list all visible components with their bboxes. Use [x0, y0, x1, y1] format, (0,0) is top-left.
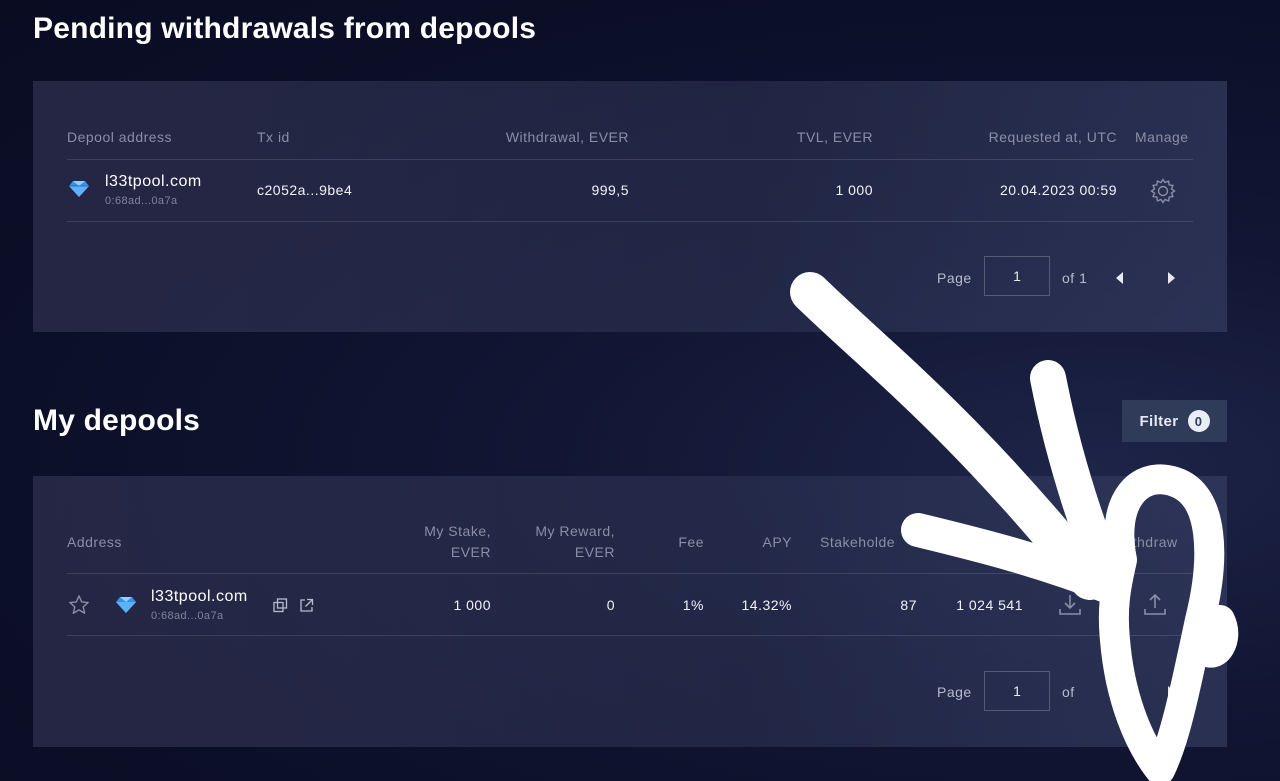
depool-name[interactable]: l33tpool.com	[151, 588, 248, 606]
arrow-right-icon[interactable]	[1168, 686, 1175, 698]
header-apy: APY	[762, 534, 792, 550]
header-tx-id: Tx id	[257, 129, 290, 145]
header-withdrawal: Withdrawal, EVER	[505, 129, 629, 145]
page-number-input[interactable]	[984, 256, 1050, 296]
star-icon[interactable]	[68, 594, 90, 616]
arrow-left-icon[interactable]	[1116, 686, 1123, 698]
tvl-value: 1 000	[835, 182, 873, 198]
header-tvl: TVL, EVER	[796, 129, 873, 145]
divider	[67, 635, 1193, 636]
header-my-stake: My Stake, EVER	[424, 521, 491, 563]
pending-withdrawals-panel: Depool address Tx id Withdrawal, EVER TV…	[33, 81, 1227, 332]
my-depools-panel: Address My Stake, EVER My Reward, EVER F…	[33, 476, 1227, 747]
header-my-stake-line2: EVER	[450, 544, 491, 560]
gear-icon[interactable]	[1149, 177, 1177, 205]
header-requested-at: Requested at, UTC	[988, 129, 1117, 145]
header-my-reward-line1: My Reward,	[535, 523, 615, 539]
divider	[67, 221, 1193, 222]
arrow-right-icon[interactable]	[1168, 272, 1175, 284]
withdrawal-amount: 999,5	[591, 182, 629, 198]
header-my-reward-line2: EVER	[574, 544, 615, 560]
depool-address: 0:68ad...0a7a	[105, 195, 178, 207]
header-my-reward: My Reward, EVER	[535, 521, 615, 563]
my-reward-value: 0	[606, 597, 615, 613]
fee-value: 1%	[682, 597, 704, 613]
diamond-icon	[69, 181, 89, 197]
download-icon[interactable]	[1057, 592, 1083, 618]
arrow-left-icon[interactable]	[1116, 272, 1123, 284]
divider	[67, 159, 1193, 160]
depool-name[interactable]: l33tpool.com	[105, 173, 202, 191]
filter-button[interactable]: Filter 0	[1122, 400, 1227, 442]
tvl-value: 1 024 541	[956, 597, 1023, 613]
copy-icon[interactable]	[273, 598, 288, 613]
header-fee: Fee	[678, 534, 704, 550]
my-stake-value: 1 000	[453, 597, 491, 613]
header-manage: Manage	[1135, 129, 1189, 145]
tx-id[interactable]: c2052a...9be4	[257, 182, 352, 198]
external-link-icon[interactable]	[299, 598, 314, 613]
header-depool-address: Depool address	[67, 129, 173, 145]
pager-label: Page	[937, 270, 972, 286]
diamond-icon	[116, 597, 136, 613]
pager-of-total: of	[1062, 684, 1075, 700]
upload-icon[interactable]	[1142, 592, 1168, 618]
my-depools-title: My depools	[33, 404, 201, 437]
header-address: Address	[67, 534, 122, 550]
header-my-stake-line1: My Stake,	[424, 523, 491, 539]
pending-withdrawals-title: Pending withdrawals from depools	[33, 12, 537, 45]
apy-value: 14.32%	[741, 597, 792, 613]
requested-at: 20.04.2023 00:59	[1000, 182, 1117, 198]
filter-count-badge: 0	[1187, 410, 1210, 432]
stakeholders-value: 87	[900, 597, 917, 613]
header-withdraw: ithdraw	[1129, 534, 1178, 550]
depool-address: 0:68ad...0a7a	[151, 610, 224, 622]
page-number-input[interactable]	[984, 671, 1050, 711]
pager-of-total: of 1	[1062, 270, 1088, 286]
pager-label: Page	[937, 684, 972, 700]
divider	[67, 573, 1193, 574]
header-stakeholders: Stakeholde	[820, 534, 896, 550]
filter-label: Filter	[1139, 412, 1179, 430]
